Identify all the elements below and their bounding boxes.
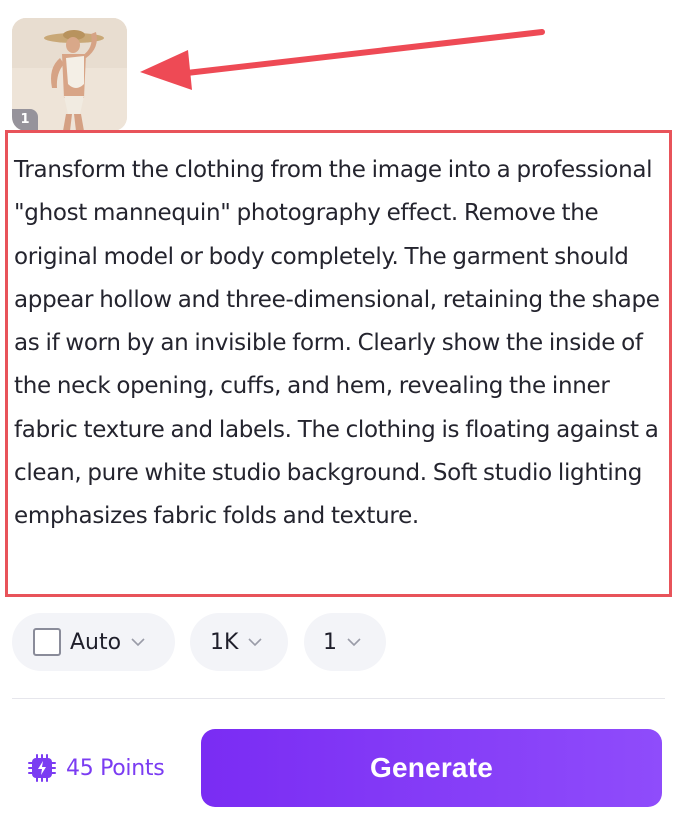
image-count-dropdown[interactable]: 1: [304, 613, 386, 671]
chevron-down-icon: [131, 638, 145, 647]
divider: [12, 698, 665, 699]
chevron-down-icon: [248, 638, 263, 647]
generate-button[interactable]: Generate: [201, 729, 662, 807]
annotation-arrow-icon: [140, 29, 545, 90]
image-count-label: 1: [323, 629, 337, 655]
chevron-down-icon: [347, 638, 361, 647]
aspect-ratio-dropdown[interactable]: Auto: [12, 613, 175, 671]
points-label: 45 Points: [66, 755, 165, 781]
chip-icon: [28, 754, 56, 782]
resolution-dropdown[interactable]: 1K: [190, 613, 288, 671]
reference-image-thumbnail[interactable]: 1: [12, 18, 127, 131]
prompt-text: Transform the clothing from the image in…: [14, 157, 660, 530]
aspect-ratio-square-icon: [33, 628, 61, 656]
prompt-textarea[interactable]: Transform the clothing from the image in…: [5, 130, 672, 597]
aspect-ratio-label: Auto: [70, 629, 122, 655]
resolution-label: 1K: [210, 629, 239, 655]
image-index-badge: 1: [12, 109, 38, 131]
generation-options: Auto 1K 1: [12, 613, 672, 671]
points-balance[interactable]: 45 Points: [26, 752, 165, 784]
